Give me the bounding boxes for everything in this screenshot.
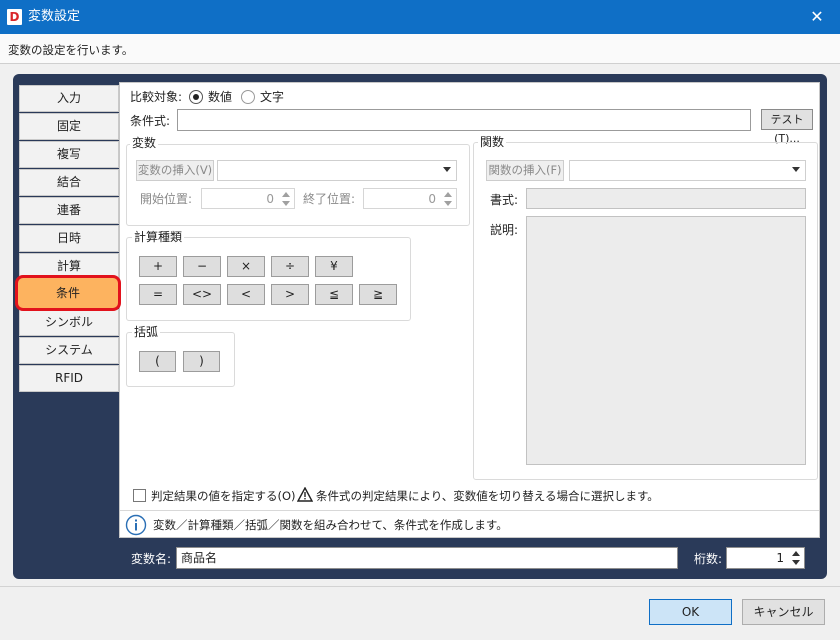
cancel-button[interactable]: キャンセル [742,599,825,625]
brackets-group-title: 括弧 [132,325,161,339]
radio-text[interactable] [241,90,255,104]
op-less-than-button[interactable]: < [227,284,265,305]
chevron-down-icon [443,167,451,172]
insert-function-button[interactable]: 関数の挿入(F) [486,160,564,181]
condition-label: 条件式: [130,114,171,128]
test-button[interactable]: テスト(T)... [761,109,813,145]
tab-join[interactable]: 結合 [19,169,119,196]
tab-system[interactable]: システム [19,337,119,364]
calc-type-group-title: 計算種類 [132,230,185,244]
window-title: 変数設定 [28,9,81,24]
end-position-label: 終了位置: [303,192,356,206]
end-position-stepper[interactable]: 0 [363,188,457,209]
description-strip: 変数の設定を行います。 [0,34,840,64]
start-position-value: 0 [266,192,274,206]
condition-panel: 比較対象: 数値 文字 条件式: テスト(T)... 変数 変数の挿入(V) 開… [119,82,820,538]
variable-group-title: 変数 [130,136,159,150]
stepper-up-icon[interactable] [282,192,290,197]
function-group-title: 関数 [478,135,507,149]
digits-stepper[interactable]: 1 [726,547,805,569]
radio-number-label: 数値 [208,90,233,104]
tab-datetime[interactable]: 日時 [19,225,119,252]
variable-select[interactable] [217,160,457,181]
tab-serial[interactable]: 連番 [19,197,119,224]
radio-text-label: 文字 [260,90,285,104]
tab-condition[interactable]: 条件 [15,275,121,311]
op-not-equal-button[interactable]: <> [183,284,221,305]
insert-variable-button[interactable]: 変数の挿入(V) [136,160,214,181]
description-label: 説明: [490,223,519,237]
function-select[interactable] [569,160,806,181]
stepper-down-icon[interactable] [282,201,290,206]
function-description-box [526,216,806,465]
specify-result-checkbox[interactable] [133,489,146,502]
warning-icon [297,487,313,502]
condition-input[interactable] [177,109,751,131]
start-position-stepper[interactable]: 0 [201,188,295,209]
op-multiply-button[interactable]: × [227,256,265,277]
radio-number[interactable] [189,90,203,104]
op-equal-button[interactable]: = [139,284,177,305]
chevron-down-icon [792,167,800,172]
info-icon [125,514,147,536]
stepper-down-icon[interactable] [444,201,452,206]
stepper-up-icon[interactable] [444,192,452,197]
op-greater-equal-button[interactable]: ≧ [359,284,397,305]
end-position-value: 0 [428,192,436,206]
variable-name-label: 変数名: [131,552,172,566]
format-label: 書式: [490,193,519,207]
tab-symbol[interactable]: シンボル [19,309,119,336]
op-plus-button[interactable]: + [139,256,177,277]
stepper-down-icon[interactable] [792,560,800,565]
description-text: 変数の設定を行います。 [8,43,134,57]
tab-input[interactable]: 入力 [19,85,119,112]
start-position-label: 開始位置: [140,192,193,206]
op-yen-button[interactable]: ¥ [315,256,353,277]
close-paren-button[interactable]: ) [183,351,220,372]
calc-type-group [126,237,411,321]
tab-rfid[interactable]: RFID [19,365,119,392]
variable-group [126,144,470,226]
warning-text: 条件式の判定結果により、変数値を切り替える場合に選択します。 [316,489,659,503]
op-minus-button[interactable]: − [183,256,221,277]
close-button[interactable]: ✕ [794,0,840,34]
op-greater-than-button[interactable]: > [271,284,309,305]
op-divide-button[interactable]: ÷ [271,256,309,277]
open-paren-button[interactable]: ( [139,351,176,372]
format-field [526,188,806,209]
digits-label: 桁数: [694,552,723,566]
app-logo-icon: D [7,9,22,25]
info-text: 変数／計算種類／括弧／関数を組み合わせて、条件式を作成します。 [153,518,508,532]
tab-fixed[interactable]: 固定 [19,113,119,140]
compare-label: 比較対象: [130,90,183,104]
stepper-up-icon[interactable] [792,551,800,556]
variable-name-input[interactable]: 商品名 [176,547,678,569]
specify-result-label: 判定結果の値を指定する(O) [151,489,296,503]
digits-value: 1 [776,551,784,565]
tab-copy[interactable]: 複写 [19,141,119,168]
ok-button[interactable]: OK [649,599,732,625]
title-bar: D 変数設定 ✕ [0,0,840,34]
op-less-equal-button[interactable]: ≦ [315,284,353,305]
divider [120,510,819,511]
